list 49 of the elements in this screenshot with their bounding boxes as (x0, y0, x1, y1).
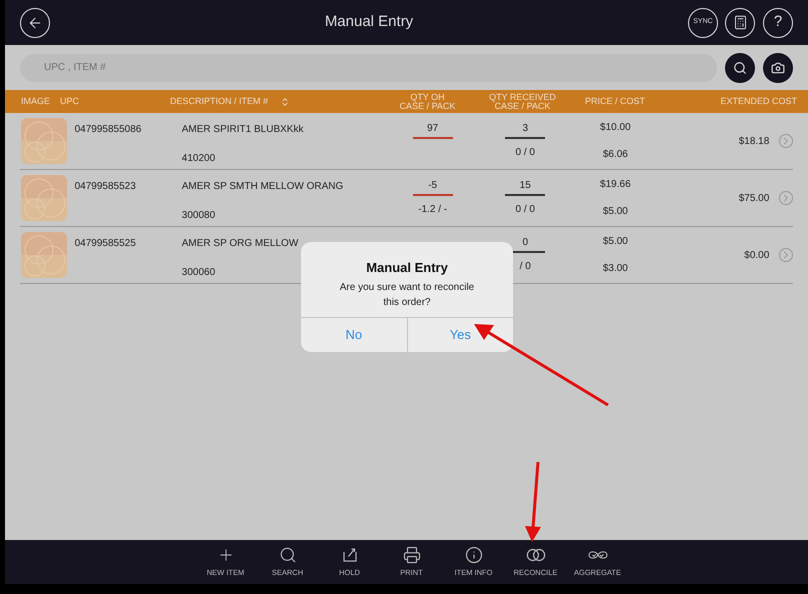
cost-text: $3.00 (602, 262, 628, 276)
description-text: AMER SPIRIT1 BLUBXKkk (182, 123, 304, 137)
search-icon (733, 60, 747, 74)
column-header: UPC (60, 97, 80, 106)
extended-cost: $0.00 (744, 250, 770, 260)
qty-underline (412, 194, 453, 196)
back-button[interactable] (20, 8, 50, 38)
column-header: DESCRIPTION / ITEM # (170, 97, 268, 106)
calculator-button[interactable] (725, 8, 755, 38)
price-text: $10.00 (600, 121, 631, 135)
extended-cost: $18.18 (738, 136, 770, 146)
qty-received-pack: / 0 (520, 260, 531, 274)
qty-underline (505, 137, 546, 139)
qty-underline (412, 137, 453, 139)
price-text: $5.00 (602, 235, 628, 249)
window-title: Manual Entry (324, 12, 414, 32)
upc-text: 04799585525 (74, 238, 136, 249)
help-button[interactable]: ? (763, 8, 793, 38)
description-text: AMER SP ORG MELLOW (182, 237, 300, 251)
cost-text: $6.06 (602, 148, 628, 162)
description-text: AMER SP SMTH MELLOW ORANG (182, 180, 344, 194)
camera-button[interactable] (763, 52, 793, 82)
qty-on-hand: 97 (427, 122, 438, 134)
search-field[interactable]: UPC , ITEM # (20, 54, 717, 82)
qty-on-hand: -5 (428, 179, 438, 191)
price-text: $19.66 (600, 178, 631, 192)
column-header: QTY OH CASE / PACK (400, 92, 456, 110)
qty-received: 15 (520, 179, 531, 191)
camera-icon (771, 60, 785, 74)
item-number: 410200 (182, 152, 216, 166)
qty-received: 0 (522, 236, 528, 248)
qty-received-pack: 0 / 0 (515, 146, 535, 160)
dialog-message: Are you sure want to reconcile this order? (338, 280, 476, 310)
upc-text: 047995855086 (74, 124, 142, 135)
search-button[interactable] (725, 52, 755, 82)
dialog-title: Manual Entry (366, 259, 448, 277)
column-header: QTY RECEIVED CASE / PACK (489, 92, 556, 110)
extended-cost: $75.00 (738, 192, 770, 204)
column-header: PRICE / COST (584, 97, 645, 106)
qty-received: 3 (522, 122, 528, 134)
qty-underline (505, 194, 546, 196)
qty-received-pack: 0 / 0 (515, 203, 535, 217)
column-header: EXTENDED COST (720, 97, 797, 106)
calculator-icon (732, 15, 748, 30)
item-number: 300080 (182, 209, 216, 223)
cost-text: $5.00 (602, 205, 628, 219)
upc-text: 04799585523 (74, 181, 136, 192)
column-header: IMAGE (21, 97, 50, 106)
qty-on-hand-pack: -1.2 / - (418, 203, 448, 217)
